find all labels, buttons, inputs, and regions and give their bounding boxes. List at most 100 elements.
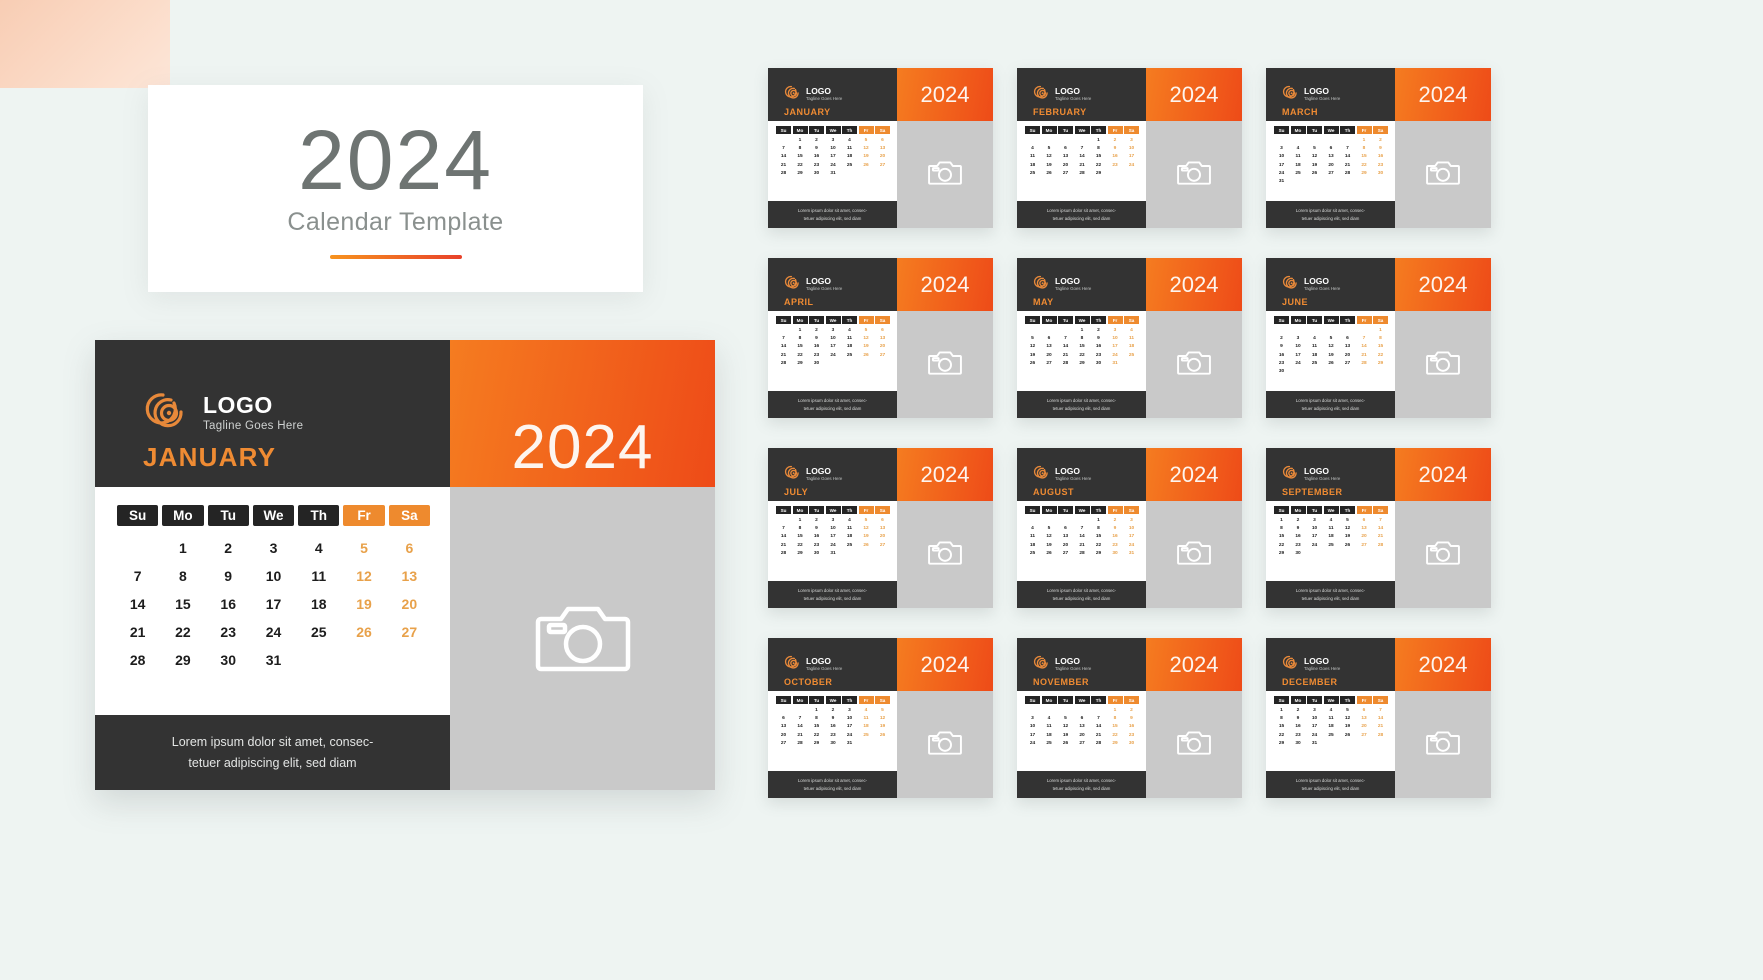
date-cell[interactable]: 1 <box>793 137 808 145</box>
date-cell[interactable]: 9 <box>1274 343 1289 351</box>
date-cell[interactable]: 28 <box>1373 541 1388 549</box>
date-cell[interactable]: 9 <box>1124 715 1139 723</box>
date-cell[interactable]: 29 <box>1357 169 1372 177</box>
date-cell[interactable]: 19 <box>859 153 874 161</box>
thumbnail-photo-placeholder[interactable] <box>1395 501 1491 608</box>
date-cell[interactable]: 22 <box>793 351 808 359</box>
date-cell[interactable]: 1 <box>1075 327 1090 335</box>
date-cell[interactable]: 29 <box>793 549 808 557</box>
date-cell[interactable]: 10 <box>1307 525 1322 533</box>
date-cell[interactable]: 23 <box>208 618 249 646</box>
thumbnail-date-grid[interactable]: SuMoTuWeThFrSa··123456789101112131415161… <box>768 691 897 771</box>
date-cell[interactable]: 26 <box>343 618 384 646</box>
date-cell[interactable]: 21 <box>1340 161 1355 169</box>
date-cell[interactable]: 12 <box>1340 525 1355 533</box>
date-cell[interactable]: 31 <box>1307 739 1322 747</box>
thumbnail-photo-placeholder[interactable] <box>897 121 993 228</box>
date-cell[interactable]: 14 <box>1357 343 1372 351</box>
thumbnail-date-grid[interactable]: SuMoTuWeThFrSa····1234567891011121314151… <box>1017 121 1146 201</box>
date-cell[interactable]: 3 <box>826 327 841 335</box>
date-cell[interactable]: 18 <box>1324 533 1339 541</box>
date-cell[interactable]: 26 <box>1058 739 1073 747</box>
date-cell[interactable]: 22 <box>1274 731 1289 739</box>
date-cell[interactable]: 16 <box>1091 343 1106 351</box>
date-cell[interactable]: 30 <box>809 549 824 557</box>
date-cell[interactable]: 24 <box>826 351 841 359</box>
date-cell[interactable]: 12 <box>859 145 874 153</box>
date-cell[interactable]: 8 <box>1274 525 1289 533</box>
date-cell[interactable]: 25 <box>1124 351 1139 359</box>
date-cell[interactable]: 1 <box>162 534 203 562</box>
date-cell[interactable]: 21 <box>1373 723 1388 731</box>
date-cell[interactable]: 9 <box>1108 145 1123 153</box>
month-thumbnail-september[interactable]: LOGO Tagline Goes Here SEPTEMBER 2024 Su Mo… <box>1266 448 1491 608</box>
date-cell[interactable]: 11 <box>1307 343 1322 351</box>
date-cell[interactable]: 19 <box>1042 541 1057 549</box>
date-cell[interactable]: 30 <box>1108 549 1123 557</box>
date-cell[interactable]: 1 <box>1274 517 1289 525</box>
date-cell[interactable]: 5 <box>1042 525 1057 533</box>
date-cell[interactable]: 29 <box>162 646 203 674</box>
date-cell[interactable]: 1 <box>1373 327 1388 335</box>
date-cell[interactable]: 26 <box>1340 731 1355 739</box>
date-cell[interactable]: 23 <box>809 161 824 169</box>
date-cell[interactable]: 15 <box>793 533 808 541</box>
date-cell[interactable]: 15 <box>793 153 808 161</box>
date-cell[interactable]: 2 <box>809 517 824 525</box>
thumbnail-photo-placeholder[interactable] <box>1395 311 1491 418</box>
date-cell[interactable]: 1 <box>1091 517 1106 525</box>
date-cell[interactable]: 13 <box>1042 343 1057 351</box>
date-cell[interactable]: 4 <box>1307 335 1322 343</box>
date-cell[interactable]: 7 <box>1091 715 1106 723</box>
date-cell[interactable]: 20 <box>1340 351 1355 359</box>
date-cell[interactable]: 20 <box>875 153 890 161</box>
date-cell[interactable]: 19 <box>1025 351 1040 359</box>
date-cell[interactable]: 20 <box>1324 161 1339 169</box>
date-cell[interactable]: 10 <box>826 335 841 343</box>
date-cell[interactable]: 30 <box>1373 169 1388 177</box>
date-cell[interactable]: 1 <box>1357 137 1372 145</box>
date-cell[interactable]: 21 <box>793 731 808 739</box>
date-cell[interactable]: 20 <box>875 343 890 351</box>
date-cell[interactable]: 20 <box>1058 541 1073 549</box>
date-cell[interactable]: 21 <box>117 618 158 646</box>
date-cell[interactable]: 25 <box>842 351 857 359</box>
date-cell[interactable]: 10 <box>826 145 841 153</box>
date-cell[interactable]: 3 <box>1025 715 1040 723</box>
date-cell[interactable]: 24 <box>1307 731 1322 739</box>
date-cell[interactable]: 17 <box>1124 533 1139 541</box>
date-cell[interactable]: 7 <box>1075 525 1090 533</box>
date-cell[interactable]: 3 <box>1291 335 1306 343</box>
date-cell[interactable]: 24 <box>1291 359 1306 367</box>
date-cell[interactable]: 17 <box>1307 723 1322 731</box>
date-cell[interactable]: 18 <box>1307 351 1322 359</box>
date-cell[interactable]: 15 <box>1075 343 1090 351</box>
date-cell[interactable]: 27 <box>776 739 791 747</box>
date-cell[interactable]: 13 <box>875 525 890 533</box>
date-cell[interactable]: 13 <box>1075 723 1090 731</box>
date-cell[interactable]: 24 <box>842 731 857 739</box>
date-cell[interactable]: 25 <box>298 618 339 646</box>
date-cell[interactable]: 10 <box>1274 153 1289 161</box>
date-cell[interactable]: 13 <box>875 145 890 153</box>
date-cell[interactable]: 13 <box>1357 525 1372 533</box>
date-cell[interactable]: 19 <box>1307 161 1322 169</box>
month-thumbnail-may[interactable]: LOGO Tagline Goes Here MAY 2024 Su Mo Tu We Th… <box>1017 258 1242 418</box>
date-cell[interactable]: 5 <box>859 327 874 335</box>
date-cell[interactable]: 22 <box>1091 161 1106 169</box>
date-cell[interactable]: 10 <box>1108 335 1123 343</box>
date-cell[interactable]: 31 <box>826 549 841 557</box>
date-cell[interactable]: 14 <box>776 533 791 541</box>
date-cell[interactable]: 4 <box>859 707 874 715</box>
date-cell[interactable]: 16 <box>1373 153 1388 161</box>
date-cell[interactable]: 30 <box>1291 549 1306 557</box>
date-cell[interactable]: 3 <box>253 534 294 562</box>
thumbnail-photo-placeholder[interactable] <box>897 311 993 418</box>
date-cell[interactable]: 18 <box>1025 541 1040 549</box>
date-cell[interactable]: 11 <box>1124 335 1139 343</box>
date-cell[interactable]: 16 <box>809 343 824 351</box>
date-cell[interactable]: 28 <box>1340 169 1355 177</box>
thumbnail-photo-placeholder[interactable] <box>1146 121 1242 228</box>
date-cell[interactable]: 4 <box>1324 707 1339 715</box>
date-cell[interactable]: 3 <box>1307 517 1322 525</box>
